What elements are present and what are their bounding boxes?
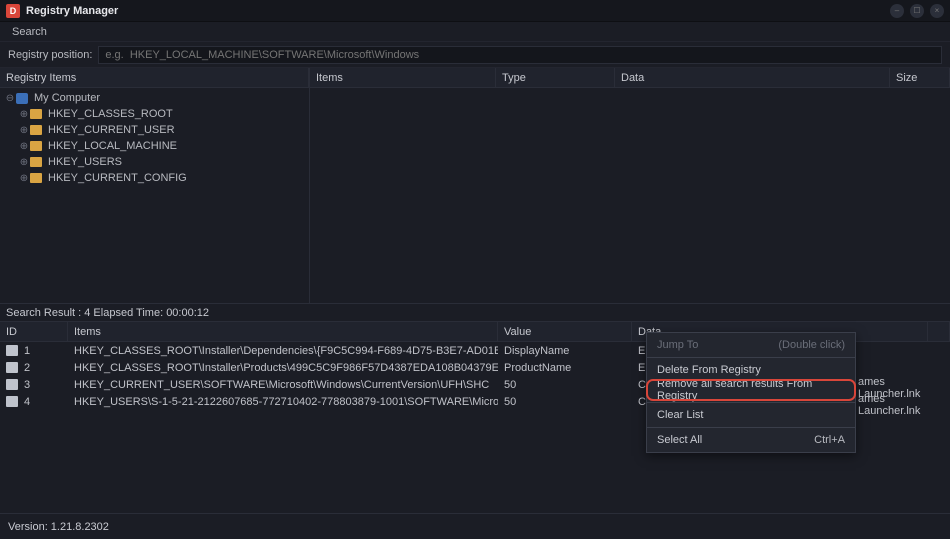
row-value: 50 [498, 396, 632, 408]
expand-icon[interactable]: ⊕ [18, 141, 30, 152]
menu-bar: Search [0, 22, 950, 42]
col-header-registry-items[interactable]: Registry Items [0, 68, 309, 88]
expand-icon[interactable]: ⊕ [18, 157, 30, 168]
tree-item-label: HKEY_CURRENT_CONFIG [48, 172, 187, 184]
menu-search[interactable]: Search [6, 24, 53, 40]
ctx-delete-label: Delete From Registry [657, 364, 761, 376]
registry-tree[interactable]: ⊖ My Computer ⊕ HKEY_CLASSES_ROOT ⊕ HKEY… [0, 88, 309, 303]
ctx-clear-list[interactable]: Clear List [647, 405, 855, 410]
ctx-remove-all-label: Remove all search results From Registry [657, 378, 845, 402]
folder-icon [30, 140, 42, 152]
registry-value-icon [6, 396, 18, 407]
ctx-separator [647, 357, 855, 358]
col-header-id[interactable]: ID [0, 322, 68, 342]
context-menu: Jump To (Double click) Delete From Regis… [646, 342, 856, 410]
ctx-jump-to: Jump To (Double click) [647, 342, 855, 355]
app-icon: D [6, 4, 20, 18]
col-header-type[interactable]: Type [496, 68, 615, 88]
expand-icon[interactable]: ⊕ [18, 109, 30, 120]
folder-icon [30, 124, 42, 136]
tree-item-label: HKEY_CLASSES_ROOT [48, 108, 173, 120]
search-status: Search Result : 4 Elapsed Time: 00:00:12 [0, 304, 950, 322]
ctx-jump-to-hint: (Double click) [778, 342, 845, 351]
row-data-overflow: ames Launcher.lnk [858, 393, 950, 410]
row-items: HKEY_CLASSES_ROOT\Installer\Dependencies… [68, 345, 498, 357]
ctx-jump-to-label: Jump To [657, 342, 698, 351]
row-id: 2 [24, 362, 30, 374]
col-header-data[interactable]: Data [615, 68, 890, 88]
folder-icon [30, 172, 42, 184]
row-items: HKEY_USERS\S-1-5-21-2122607685-772710402… [68, 396, 498, 408]
window-title: Registry Manager [26, 5, 118, 17]
col-header-blank [928, 322, 950, 342]
maximize-button[interactable]: ☐ [910, 4, 924, 18]
row-id: 1 [24, 345, 30, 357]
row-id: 4 [24, 396, 30, 408]
tree-item-hku[interactable]: ⊕ HKEY_USERS [0, 154, 309, 170]
registry-value-icon [6, 379, 18, 390]
results-body[interactable]: 1 HKEY_CLASSES_ROOT\Installer\Dependenci… [0, 342, 950, 410]
tree-item-hklm[interactable]: ⊕ HKEY_LOCAL_MACHINE [0, 138, 309, 154]
tree-item-hkcr[interactable]: ⊕ HKEY_CLASSES_ROOT [0, 106, 309, 122]
close-button[interactable]: × [930, 4, 944, 18]
row-id: 3 [24, 379, 30, 391]
ctx-delete-from-registry[interactable]: Delete From Registry [647, 360, 855, 380]
col-header-size[interactable]: Size [890, 68, 950, 88]
upper-panel: Registry Items ⊖ My Computer ⊕ HKEY_CLAS… [0, 68, 950, 304]
title-bar: D Registry Manager – ☐ × [0, 0, 950, 22]
computer-icon [16, 92, 28, 104]
row-value: 50 [498, 379, 632, 391]
row-value: DisplayName [498, 345, 632, 357]
tree-root-computer[interactable]: ⊖ My Computer [0, 90, 309, 106]
tree-item-label: HKEY_LOCAL_MACHINE [48, 140, 177, 152]
ctx-separator [647, 402, 855, 403]
expand-icon[interactable]: ⊕ [18, 173, 30, 184]
row-items: HKEY_CURRENT_USER\SOFTWARE\Microsoft\Win… [68, 379, 498, 391]
col-header-items[interactable]: Items [310, 68, 496, 88]
expand-icon[interactable]: ⊕ [18, 125, 30, 136]
registry-value-icon [6, 345, 18, 356]
folder-icon [30, 156, 42, 168]
tree-item-label: HKEY_CURRENT_USER [48, 124, 175, 136]
search-results: ID Items Value Data 1 HKEY_CLASSES_ROOT\… [0, 322, 950, 513]
minimize-button[interactable]: – [890, 4, 904, 18]
tree-item-label: HKEY_USERS [48, 156, 122, 168]
tree-root-label: My Computer [34, 92, 100, 104]
status-bar: Version: 1.21.8.2302 [0, 513, 950, 539]
search-row: Registry position: [0, 42, 950, 68]
registry-position-label: Registry position: [8, 49, 92, 61]
tree-item-hkcu[interactable]: ⊕ HKEY_CURRENT_USER [0, 122, 309, 138]
col-header-value[interactable]: Value [498, 322, 632, 342]
version-text: Version: 1.21.8.2302 [8, 521, 109, 533]
ctx-remove-all-search-results[interactable]: Remove all search results From Registry [647, 380, 855, 400]
row-items: HKEY_CLASSES_ROOT\Installer\Products\499… [68, 362, 498, 374]
collapse-icon[interactable]: ⊖ [4, 93, 16, 104]
ctx-clear-label: Clear List [657, 409, 703, 410]
folder-icon [30, 108, 42, 120]
registry-position-input[interactable] [98, 46, 942, 64]
col-header-items[interactable]: Items [68, 322, 498, 342]
tree-item-hkcc[interactable]: ⊕ HKEY_CURRENT_CONFIG [0, 170, 309, 186]
details-body [310, 88, 950, 303]
row-value: ProductName [498, 362, 632, 374]
registry-value-icon [6, 362, 18, 373]
